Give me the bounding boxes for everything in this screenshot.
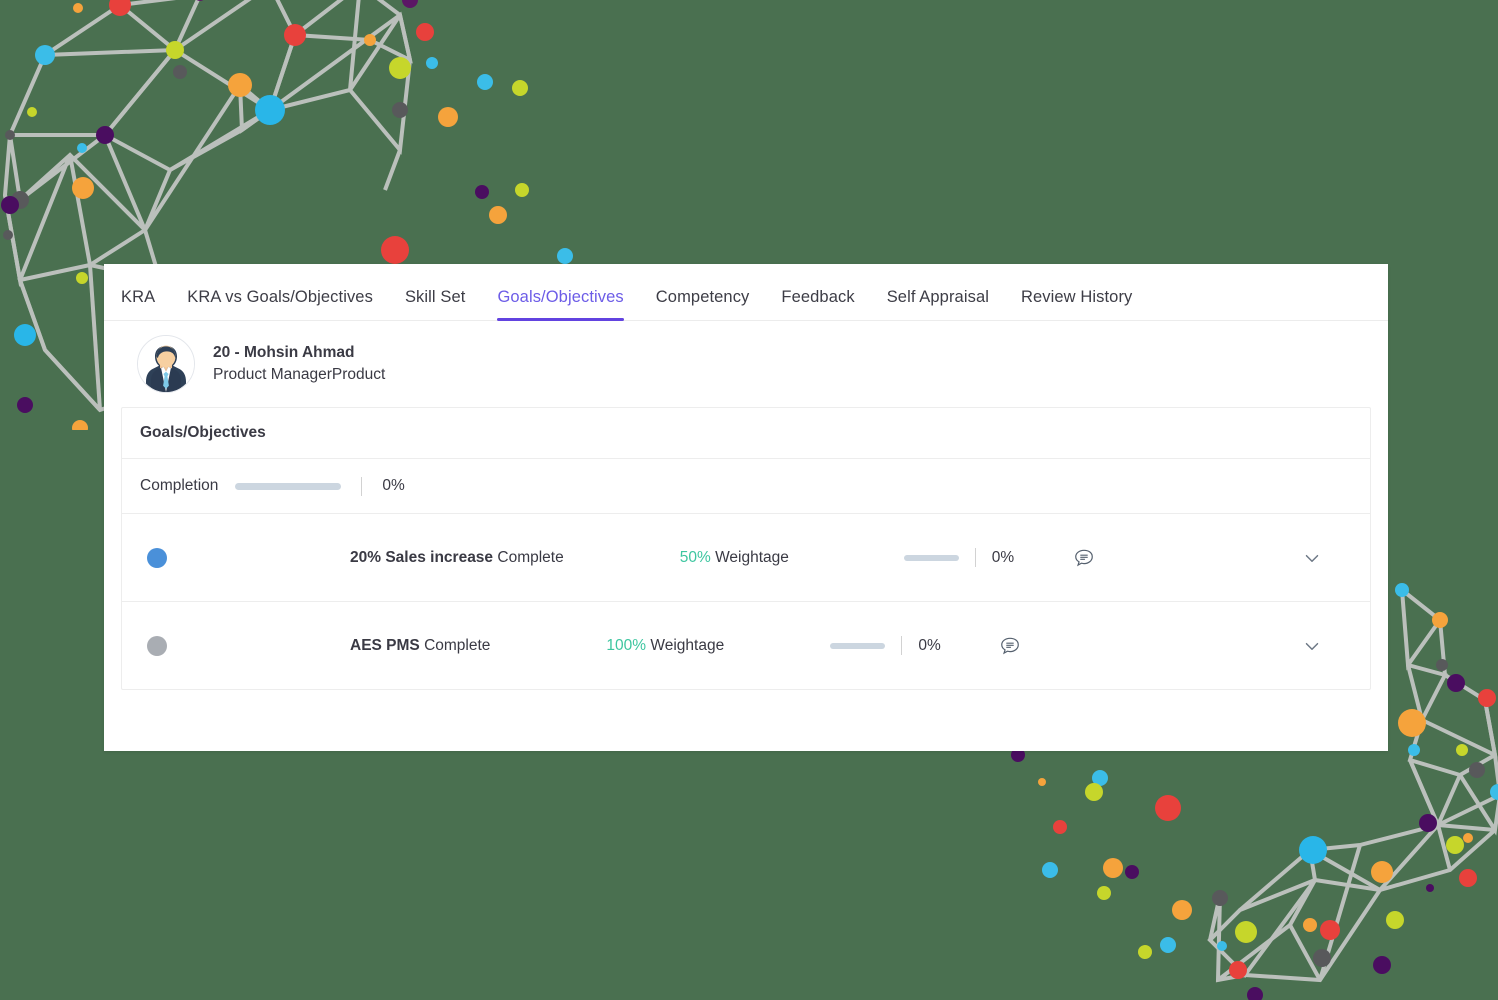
divider	[361, 476, 363, 496]
tab-kra-vs-goals-objectives[interactable]: KRA vs Goals/Objectives	[187, 288, 373, 320]
employee-info: 20 - Mohsin Ahmad Product ManagerProduct	[213, 342, 385, 387]
employee-name: 20 - Mohsin Ahmad	[213, 343, 355, 361]
goal-progress-bar	[903, 554, 959, 561]
goal-name: 20% Sales increase	[350, 548, 494, 566]
comment-bubble-icon[interactable]	[999, 635, 1021, 657]
weightage-label: Weightage	[715, 548, 789, 566]
goal-progress-percent: 0%	[991, 548, 1015, 566]
tab-review-history[interactable]: Review History	[1021, 288, 1132, 320]
comment-bubble-icon[interactable]	[1073, 547, 1095, 569]
weightage-value: 100%	[606, 636, 647, 654]
goal-state: Complete	[497, 548, 564, 566]
status-dot-icon	[147, 547, 167, 568]
goals-objectives-panel: Goals/Objectives Completion 0% 20% Sales…	[121, 407, 1371, 690]
performance-review-card: KRA KRA vs Goals/Objectives Skill Set Go…	[104, 264, 1388, 751]
tab-kra[interactable]: KRA	[121, 288, 155, 320]
completion-percent: 0%	[382, 477, 405, 494]
weightage-label: Weightage	[650, 636, 725, 654]
goal-name: AES PMS	[350, 636, 420, 654]
user-avatar-icon	[137, 335, 195, 393]
goal-progress-bar	[830, 642, 886, 649]
goal-progress-group: 0%	[830, 636, 952, 655]
tab-skill-set[interactable]: Skill Set	[405, 288, 466, 320]
weightage-value: 50%	[679, 548, 711, 566]
goal-row[interactable]: AES PMS Complete 100% Weightage 0%	[122, 602, 1370, 689]
goal-state: Complete	[424, 636, 491, 654]
goal-progress-group: 0%	[903, 548, 1026, 567]
goal-progress-percent: 0%	[918, 636, 941, 654]
chevron-down-icon[interactable]	[1301, 547, 1323, 569]
divider	[974, 548, 976, 567]
goal-title: AES PMS Complete	[350, 637, 490, 655]
tab-goals-objectives[interactable]: Goals/Objectives	[497, 288, 625, 321]
completion-row: Completion 0%	[122, 459, 1370, 514]
tab-competency[interactable]: Competency	[656, 288, 750, 320]
goal-weightage: 50% Weightage	[680, 549, 810, 567]
tab-feedback[interactable]: Feedback	[781, 288, 854, 320]
chevron-down-icon[interactable]	[1301, 635, 1323, 657]
employee-header: 20 - Mohsin Ahmad Product ManagerProduct	[104, 321, 1388, 407]
status-dot-icon	[147, 635, 167, 656]
tab-self-appraisal[interactable]: Self Appraisal	[887, 288, 989, 320]
completion-progress-bar	[235, 482, 342, 490]
completion-label: Completion	[140, 477, 219, 494]
goal-title: 20% Sales increase Complete	[350, 549, 564, 567]
employee-role: Product ManagerProduct	[213, 366, 386, 383]
panel-title: Goals/Objectives	[122, 408, 1370, 459]
goal-weightage: 100% Weightage	[606, 637, 736, 655]
divider	[901, 636, 903, 655]
tab-bar: KRA KRA vs Goals/Objectives Skill Set Go…	[104, 264, 1388, 321]
goal-row[interactable]: 20% Sales increase Complete 50% Weightag…	[122, 514, 1370, 602]
